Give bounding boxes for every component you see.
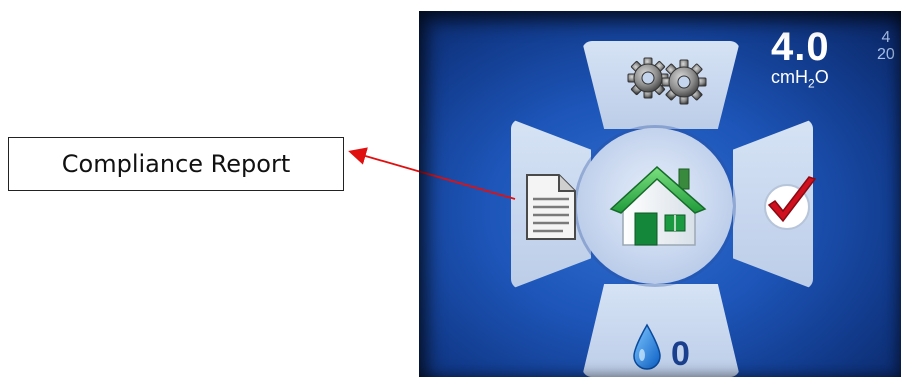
- pressure-readout: 4.0 cmH2O: [771, 27, 830, 94]
- gears-icon: [627, 57, 707, 105]
- side-readout: 4 20: [877, 29, 895, 63]
- device-screen: 0 4.0 cmH2O 4 20: [419, 11, 901, 377]
- pressure-unit: cmH2O: [771, 67, 829, 91]
- side-readout-top: 4: [881, 29, 891, 46]
- side-readout-bottom: 20: [877, 46, 895, 63]
- pressure-value: 4.0: [771, 25, 830, 69]
- callout-label: Compliance Report: [61, 150, 291, 178]
- humidity-level-value: 0: [671, 335, 690, 373]
- document-icon: [526, 174, 576, 240]
- checkmark-icon: [764, 176, 817, 230]
- compliance-report-callout: Compliance Report: [8, 137, 344, 191]
- water-drop-icon: [633, 323, 661, 370]
- home-icon: [609, 165, 707, 246]
